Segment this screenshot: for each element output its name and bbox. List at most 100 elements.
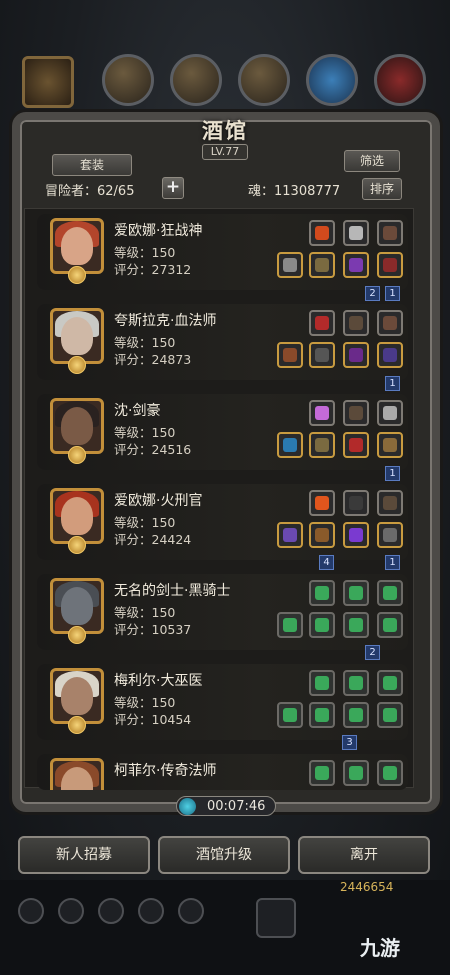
equip-slot-icon[interactable]: [377, 522, 403, 548]
resource-icon-5[interactable]: [374, 54, 426, 106]
resource-icon-2[interactable]: [170, 54, 222, 106]
medal-icon: [68, 716, 86, 734]
hero-card[interactable]: 夸斯拉克·血法师 等级：150 评分：24873: [37, 304, 408, 380]
equip-slot-icon[interactable]: [343, 490, 369, 516]
menu-icon-4[interactable]: [138, 898, 164, 924]
adventurer-count: 冒险者：62/65: [45, 184, 135, 199]
hero-name: 沈·剑豪: [114, 403, 161, 419]
set-count-tag: 2: [365, 286, 380, 301]
set-count-tag: 1: [385, 466, 400, 481]
empty-slot-icon[interactable]: [309, 760, 335, 786]
equip-slot-icon[interactable]: [377, 342, 403, 368]
hero-card[interactable]: 爱欧娜·火刑官 等级：150 评分：24424: [37, 484, 408, 560]
empty-slot-icon[interactable]: [377, 670, 403, 696]
set-count-tag: 1: [385, 376, 400, 391]
hero-name: 夸斯拉克·血法师: [114, 313, 217, 329]
sort-button[interactable]: 排序: [362, 178, 402, 200]
hero-score: 评分：24873: [114, 352, 192, 367]
equip-slot-icon[interactable]: [309, 310, 335, 336]
empty-slot-icon[interactable]: [277, 612, 303, 638]
equip-slot-icon[interactable]: [309, 432, 335, 458]
equip-slot-icon[interactable]: [343, 310, 369, 336]
hero-portrait: [50, 758, 104, 790]
add-slot-button[interactable]: +: [162, 177, 184, 199]
equip-slot-icon[interactable]: [377, 432, 403, 458]
menu-icon-3[interactable]: [98, 898, 124, 924]
hero-card[interactable]: 爱欧娜·狂战神 等级：150 评分：27312: [37, 214, 408, 290]
equip-slot-icon[interactable]: [343, 252, 369, 278]
menu-icon-2[interactable]: [58, 898, 84, 924]
leave-button[interactable]: 离开: [298, 836, 430, 874]
empty-slot-icon[interactable]: [343, 580, 369, 606]
set-count-tag: 1: [385, 555, 400, 570]
top-resource-bar: [14, 50, 444, 110]
upgrade-tavern-button[interactable]: 酒馆升级: [158, 836, 290, 874]
set-button[interactable]: 套装: [52, 154, 132, 176]
equip-slot-icon[interactable]: [377, 490, 403, 516]
medal-icon: [68, 536, 86, 554]
hero-name: 梅利尔·大巫医: [114, 673, 203, 689]
empty-slot-icon[interactable]: [343, 760, 369, 786]
resource-icon-4[interactable]: [306, 54, 358, 106]
hero-name: 柯菲尔·传奇法师: [114, 763, 217, 779]
hero-avatar-icon[interactable]: [22, 56, 74, 108]
empty-slot-icon[interactable]: [377, 612, 403, 638]
menu-icon-1[interactable]: [18, 898, 44, 924]
hero-name: 爱欧娜·火刑官: [114, 493, 203, 509]
equip-slot-icon[interactable]: [343, 220, 369, 246]
hero-score: 评分：10454: [114, 712, 192, 727]
medal-icon: [68, 626, 86, 644]
set-count-tag: 2: [365, 645, 380, 660]
page-title: 酒馆: [202, 118, 248, 143]
equip-slot-icon[interactable]: [377, 220, 403, 246]
empty-slot-icon[interactable]: [277, 702, 303, 728]
refresh-timer: 00:07:46: [176, 796, 276, 816]
equip-slot-icon[interactable]: [343, 522, 369, 548]
empty-slot-icon[interactable]: [309, 612, 335, 638]
hero-card[interactable]: 柯菲尔·传奇法师: [37, 754, 408, 790]
equip-slot-icon[interactable]: [277, 432, 303, 458]
filter-button[interactable]: 筛选: [344, 150, 400, 172]
empty-slot-icon[interactable]: [377, 580, 403, 606]
equip-slot-icon[interactable]: [377, 310, 403, 336]
equip-slot-icon[interactable]: [377, 400, 403, 426]
equip-slot-icon[interactable]: [377, 252, 403, 278]
equip-slot-icon[interactable]: [309, 490, 335, 516]
equip-slot-icon[interactable]: [343, 432, 369, 458]
equip-slot-icon[interactable]: [309, 252, 335, 278]
equip-slot-icon[interactable]: [343, 400, 369, 426]
gold-count: 2446654: [340, 880, 394, 894]
empty-slot-icon[interactable]: [343, 612, 369, 638]
empty-slot-icon[interactable]: [343, 702, 369, 728]
empty-slot-icon[interactable]: [309, 702, 335, 728]
equip-slot-icon[interactable]: [309, 522, 335, 548]
equip-slot-icon[interactable]: [309, 342, 335, 368]
menu-icon-5[interactable]: [178, 898, 204, 924]
hero-score: 评分：10537: [114, 622, 192, 637]
set-count-tag: 4: [319, 555, 334, 570]
set-count-tag: 1: [385, 286, 400, 301]
resource-icon-3[interactable]: [238, 54, 290, 106]
hero-score: 评分：24424: [114, 532, 192, 547]
hero-card[interactable]: 梅利尔·大巫医 等级：150 评分：10454: [37, 664, 408, 740]
recruit-button[interactable]: 新人招募: [18, 836, 150, 874]
equip-slot-icon[interactable]: [309, 220, 335, 246]
resource-icon-1[interactable]: [102, 54, 154, 106]
hero-card[interactable]: 无名的剑士·黑骑士 等级：150 评分：10537: [37, 574, 408, 650]
equip-slot-icon[interactable]: [309, 400, 335, 426]
hero-score: 评分：24516: [114, 442, 192, 457]
equip-slot-icon[interactable]: [343, 342, 369, 368]
hero-card[interactable]: 沈·剑豪 等级：150 评分：24516: [37, 394, 408, 470]
empty-slot-icon[interactable]: [377, 760, 403, 786]
equip-slot-icon[interactable]: [277, 252, 303, 278]
chest-icon[interactable]: [256, 898, 296, 938]
empty-slot-icon[interactable]: [343, 670, 369, 696]
hero-name: 爱欧娜·狂战神: [114, 223, 203, 239]
empty-slot-icon[interactable]: [309, 580, 335, 606]
medal-icon: [68, 266, 86, 284]
empty-slot-icon[interactable]: [377, 702, 403, 728]
set-count-tag: 3: [342, 735, 357, 750]
empty-slot-icon[interactable]: [309, 670, 335, 696]
equip-slot-icon[interactable]: [277, 342, 303, 368]
equip-slot-icon[interactable]: [277, 522, 303, 548]
